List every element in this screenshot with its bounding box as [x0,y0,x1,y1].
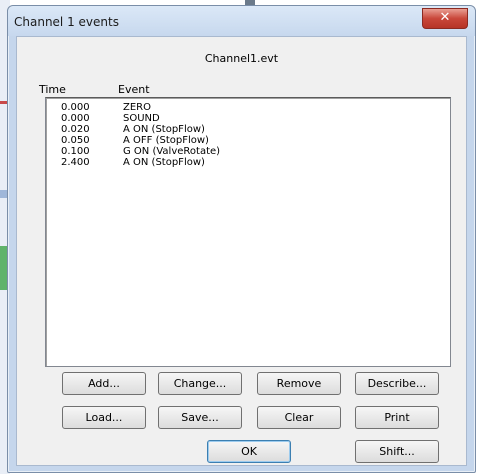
event-name: A ON (StopFlow) [123,157,205,168]
list-item[interactable]: 2.400 A ON (StopFlow) [46,157,450,168]
file-name-label: Channel1.evt [204,52,279,65]
list-item[interactable]: 0.000 SOUND [46,113,450,124]
list-item[interactable]: 0.050 A OFF (StopFlow) [46,135,450,146]
window-title: Channel 1 events [14,15,119,29]
event-column-header: Event [118,83,150,96]
event-name: A ON (StopFlow) [123,124,205,135]
events-list[interactable]: 0.000 ZERO 0.000 SOUND 0.020 A ON (StopF… [45,97,451,367]
event-name: SOUND [123,113,160,124]
describe-button[interactable]: Describe... [355,372,439,395]
ok-button[interactable]: OK [207,440,291,463]
event-time: 0.000 [61,102,90,113]
event-name: ZERO [123,102,151,113]
event-time: 2.400 [61,157,90,168]
event-time: 0.000 [61,113,90,124]
list-item[interactable]: 0.000 ZERO [46,102,450,113]
event-name: A OFF (StopFlow) [123,135,209,146]
close-icon: ✕ [439,10,451,25]
save-button[interactable]: Save... [158,406,242,429]
channel-events-dialog: Channel 1 events ✕ Channel1.evt Time Eve… [7,5,476,473]
list-item[interactable]: 0.100 G ON (ValveRotate) [46,146,450,157]
event-time: 0.100 [61,146,90,157]
remove-button[interactable]: Remove [257,372,341,395]
shift-button[interactable]: Shift... [355,440,439,463]
clear-button[interactable]: Clear [257,406,341,429]
load-button[interactable]: Load... [62,406,146,429]
print-button[interactable]: Print [355,406,439,429]
event-time: 0.050 [61,135,90,146]
change-button[interactable]: Change... [158,372,242,395]
event-name: G ON (ValveRotate) [123,146,221,157]
close-button[interactable]: ✕ [422,8,468,29]
event-time: 0.020 [61,124,90,135]
dialog-client-area: Channel1.evt Time Event 0.000 ZERO 0.000… [16,36,467,466]
title-bar[interactable]: Channel 1 events ✕ [8,6,475,36]
list-item[interactable]: 0.020 A ON (StopFlow) [46,124,450,135]
time-column-header: Time [39,83,66,96]
add-button[interactable]: Add... [62,372,146,395]
